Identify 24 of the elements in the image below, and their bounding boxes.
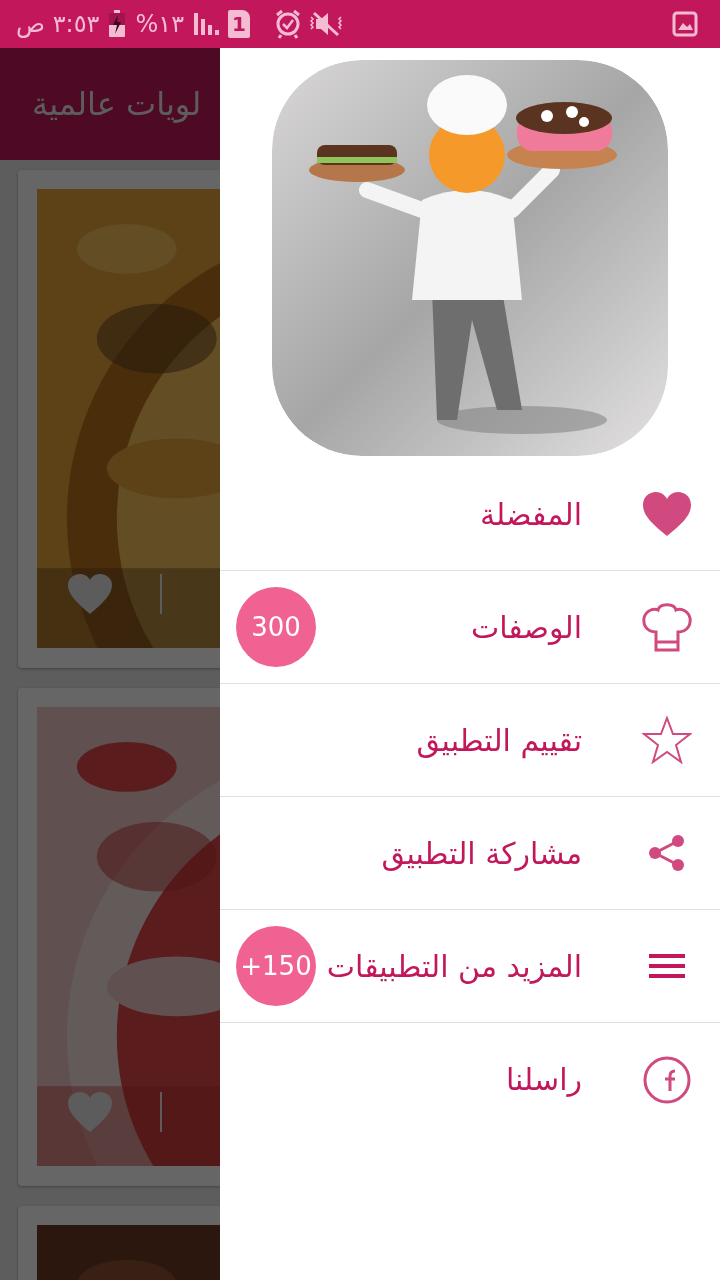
heart-icon — [642, 492, 692, 536]
count-badge: 300 — [236, 587, 316, 667]
chef-hat-icon — [642, 602, 692, 652]
recipe-card[interactable] — [18, 170, 220, 668]
heart-icon — [68, 1092, 112, 1132]
clock: ٣:٥٣ ص — [16, 10, 100, 38]
alarm-icon — [274, 9, 302, 39]
star-icon — [642, 716, 692, 764]
battery-level: %١٣ — [135, 10, 184, 38]
drawer-item[interactable]: مشاركة التطبيق — [220, 797, 720, 910]
count-badge: +150 — [236, 926, 316, 1006]
drawer-item[interactable]: المفضلة — [220, 458, 720, 571]
share-icon — [648, 834, 686, 872]
circle-logo-icon — [643, 1055, 691, 1104]
battery-icon — [107, 9, 128, 39]
app-title: لويات عالمية — [32, 85, 202, 123]
image-icon — [672, 11, 698, 37]
menu-icon — [649, 954, 685, 978]
vibrate-muted-icon — [310, 9, 342, 39]
sim-badge: 1 — [228, 10, 250, 38]
heart-icon — [68, 574, 112, 614]
drawer-item[interactable]: تقييم التطبيق — [220, 684, 720, 797]
drawer-item[interactable]: راسلنا — [220, 1023, 720, 1136]
recipe-card[interactable] — [18, 688, 220, 1186]
